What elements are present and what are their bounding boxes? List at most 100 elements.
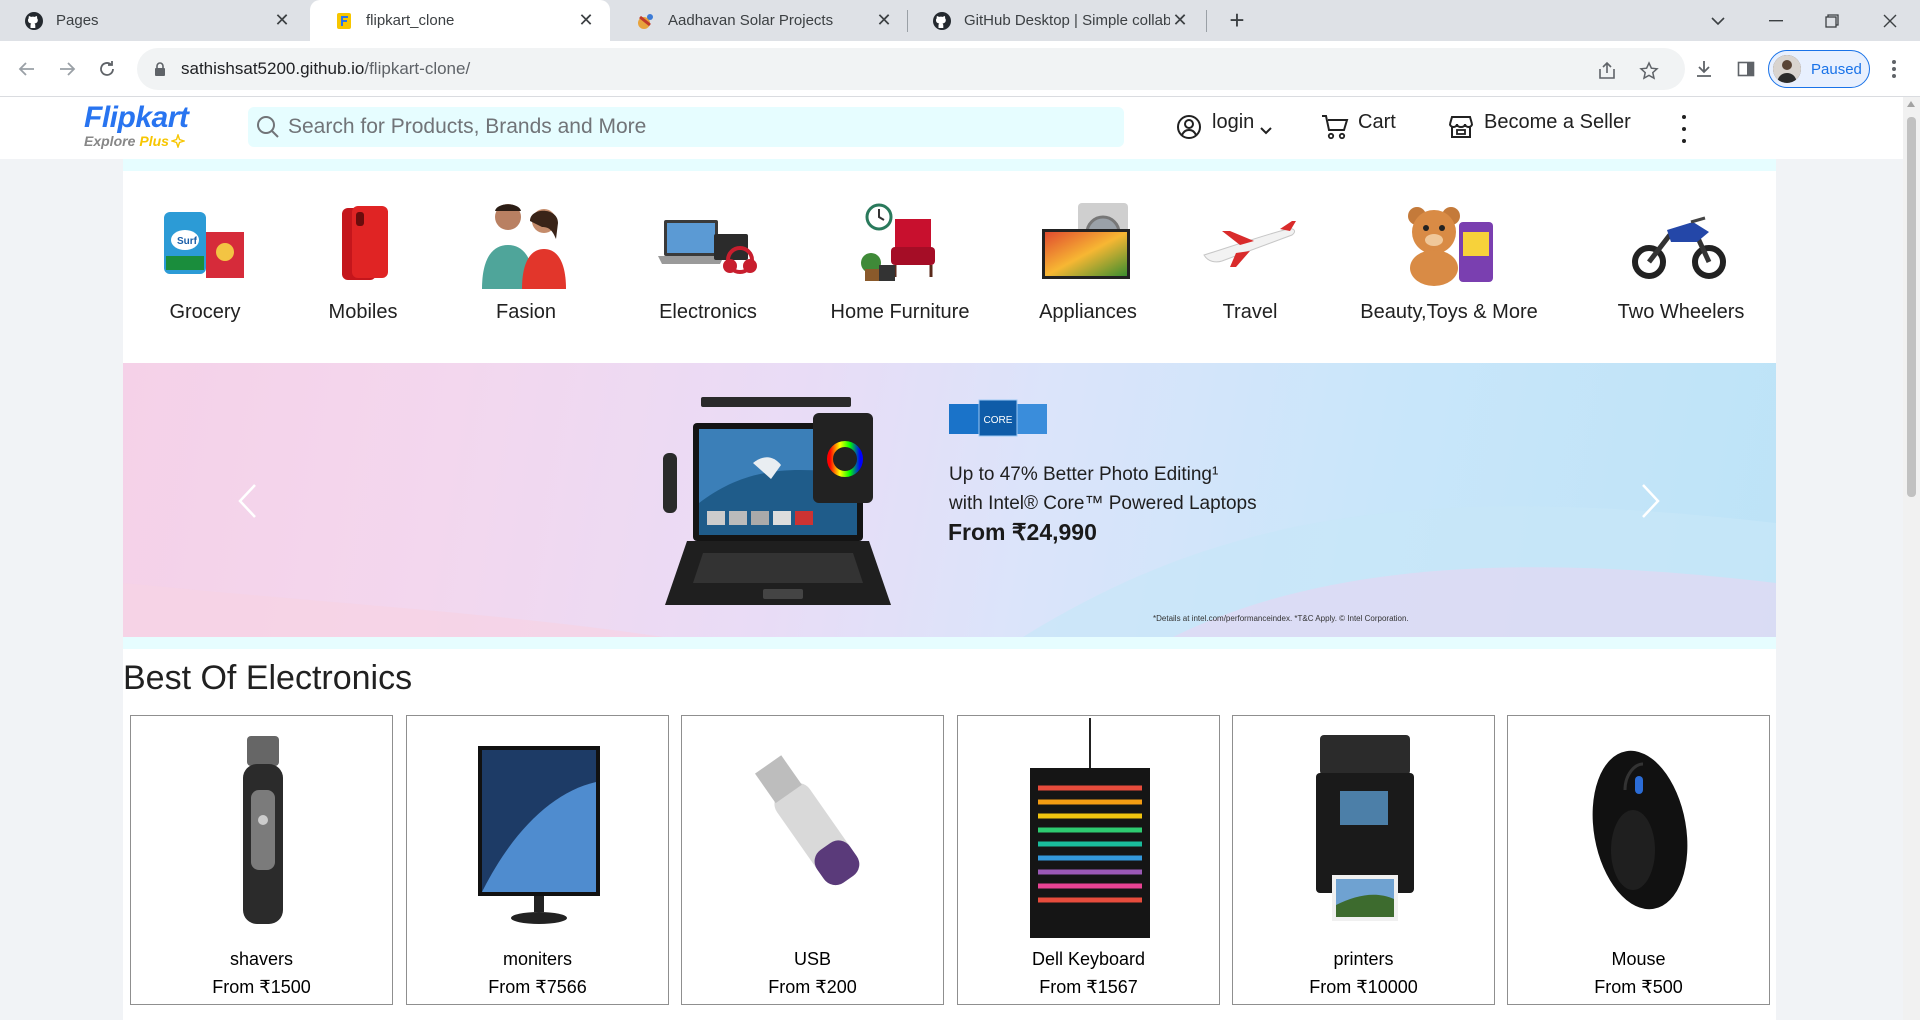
product-card-dell-keyboard[interactable]: Dell Keyboard From ₹1567 [957,715,1220,1005]
browser-menu-icon[interactable] [1878,53,1910,85]
keyboard-image [1020,718,1160,942]
category-travel[interactable]: Travel [1195,171,1305,363]
fashion-icon [474,199,578,289]
side-panel-icon[interactable] [1730,53,1762,85]
site-header: Flipkart Explore Plus Search for Product… [0,97,1903,159]
back-button[interactable] [11,53,43,85]
page-viewport: Flipkart Explore Plus Search for Product… [0,97,1903,1020]
cart-button[interactable]: Cart [1320,107,1396,147]
category-label: Two Wheelers [1617,301,1745,323]
mouse-image [1570,718,1710,942]
product-card-printers[interactable]: printers From ₹10000 [1232,715,1495,1005]
banner-headline: Up to 47% Better Photo Editing¹ with Int… [949,464,1257,514]
bookmark-star-icon[interactable] [1637,59,1661,83]
product-name: Dell Keyboard [1031,949,1146,969]
tab-close-icon[interactable]: ✕ [576,10,596,31]
product-name: moniters [502,949,573,969]
lock-icon[interactable] [151,60,169,78]
restore-button[interactable] [1804,0,1860,41]
category-label: Beauty,Toys & More [1360,301,1538,323]
product-price: From ₹200 [768,977,857,997]
github-icon [24,11,44,31]
cart-label: Cart [1358,110,1396,133]
appliances-icon [1038,199,1138,289]
close-window-button[interactable] [1862,0,1918,41]
tab-title: GitHub Desktop | Simple collabo [964,12,1170,29]
tab-flipkart-clone[interactable]: flipkart_clone ✕ [310,0,610,41]
product-card-mouse[interactable]: Mouse From ₹500 [1507,715,1770,1005]
product-name: printers [1333,949,1394,969]
laptop-image [663,397,891,605]
minimize-button[interactable] [1748,0,1804,41]
category-label: Grocery [169,301,241,323]
search-input[interactable]: Search for Products, Brands and More [248,107,1124,147]
category-label: Electronics [659,301,757,323]
monitor-image [469,718,609,942]
category-electronics[interactable]: Electronics [643,171,773,363]
product-price: From ₹7566 [488,977,587,997]
plus-star-icon [170,134,185,148]
svg-text:CORE: CORE [984,415,1013,426]
promo-banner-carousel[interactable]: CORE Up to 47% Better Photo Editing¹ wit… [123,363,1776,637]
become-seller-button[interactable]: Become a Seller [1446,107,1631,147]
reload-button[interactable] [91,53,123,85]
login-button[interactable]: login [1174,107,1272,147]
scrollbar-thumb[interactable] [1907,117,1916,497]
tab-pages[interactable]: Pages ✕ [0,0,306,41]
category-two-wheelers[interactable]: Two Wheelers [1609,171,1753,363]
category-fashion[interactable]: Fasion [461,171,591,363]
motorbike-icon [1631,199,1731,289]
github-icon [932,11,952,31]
chevron-down-icon [1260,118,1272,141]
best-of-electronics-section: Best Of Electronics shavers From ₹1500 m… [123,649,1776,1020]
category-label: Home Furniture [830,301,970,323]
printer-image [1295,718,1435,942]
category-mobiles[interactable]: Mobiles [303,171,423,363]
product-name: USB [793,949,831,969]
product-price: From ₹1500 [212,977,311,997]
tab-close-icon[interactable]: ✕ [1170,10,1190,31]
grocery-icon: Surf [155,199,255,289]
section-title: Best Of Electronics [123,659,413,697]
category-home-furniture[interactable]: Home Furniture [825,171,975,363]
carousel-next-button[interactable] [1637,481,1665,521]
tab-title: flipkart_clone [366,12,455,29]
category-label: Mobiles [328,301,398,323]
share-icon[interactable] [1595,59,1619,83]
avatar [1773,55,1801,83]
tab-aadhavan-solar[interactable]: Aadhavan Solar Projects ✕ [612,0,908,41]
tab-close-icon[interactable]: ✕ [874,10,894,31]
profile-button[interactable]: Paused [1768,50,1870,88]
product-card-shavers[interactable]: shavers From ₹1500 [130,715,393,1005]
product-card-usb[interactable]: USB From ₹200 [681,715,944,1005]
store-icon [1446,112,1476,142]
furniture-icon [850,199,950,289]
carousel-prev-button[interactable] [233,481,261,521]
tab-search-icon[interactable] [1690,0,1746,41]
intel-core-badges: CORE [949,399,1047,437]
toys-icon [1399,199,1499,289]
tab-github-desktop[interactable]: GitHub Desktop | Simple collabo ✕ [908,0,1204,41]
page-scrollbar[interactable] [1903,97,1920,1020]
category-grocery[interactable]: Surf Grocery [145,171,265,363]
banner-fine-print: *Details at intel.com/performanceindex. … [1153,614,1409,623]
category-beauty-toys[interactable]: Beauty,Toys & More [1349,171,1549,363]
scroll-up-arrow[interactable] [1907,101,1915,107]
tab-title: Pages [56,12,99,29]
new-tab-button[interactable]: + [1222,6,1252,36]
category-appliances[interactable]: Appliances [1023,171,1153,363]
product-name: Mouse [1611,949,1666,969]
product-price: From ₹10000 [1309,977,1418,997]
search-icon[interactable] [252,111,284,143]
search-placeholder: Search for Products, Brands and More [288,115,647,138]
download-icon[interactable] [1688,53,1720,85]
more-options-icon[interactable] [1672,115,1696,143]
forward-button[interactable] [51,53,83,85]
category-label: Fasion [495,301,557,323]
product-card-moniters[interactable]: moniters From ₹7566 [406,715,669,1005]
address-bar[interactable]: sathishsat5200.github.io/flipkart-clone/ [137,48,1685,90]
tab-close-icon[interactable]: ✕ [272,10,292,31]
category-label: Appliances [1039,301,1137,323]
usb-image [744,718,884,942]
flipkart-logo[interactable]: Flipkart Explore Plus [84,101,189,149]
